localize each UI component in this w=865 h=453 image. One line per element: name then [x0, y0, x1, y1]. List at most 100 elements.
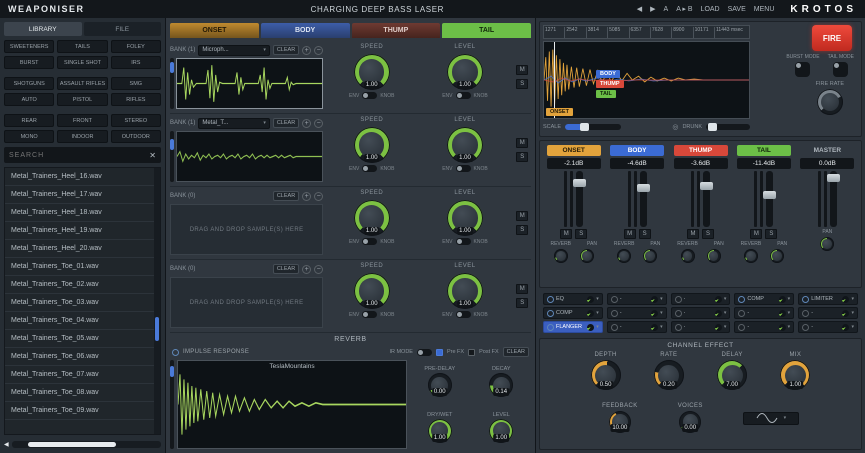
search-box[interactable]: ✕ [4, 147, 161, 163]
fader-thumb[interactable] [573, 179, 586, 187]
file-list-scrollbar[interactable] [154, 168, 160, 434]
tail-segment-chip[interactable]: TAIL [596, 90, 616, 98]
file-list-item[interactable]: Metal_Trainers_Toe_08.wav [5, 384, 154, 402]
ab-a-button[interactable]: A [664, 6, 669, 13]
reverb-level-knob[interactable]: 1.00 [489, 419, 513, 443]
power-icon[interactable] [802, 324, 809, 331]
category-outdoor[interactable]: OUTDOOR [111, 130, 161, 143]
bank-clear-button[interactable]: CLEAR [273, 264, 299, 274]
bank-sample-dropdown[interactable]: Microph...▾ [198, 45, 269, 56]
channel-pan-knob[interactable] [643, 249, 657, 263]
power-icon[interactable] [547, 324, 554, 331]
bank-zoom-slider[interactable] [170, 131, 174, 182]
channel-reverb-knob[interactable] [554, 249, 568, 263]
fx-slot-master-1[interactable]: LIMITER▾ [798, 293, 858, 305]
category-front[interactable]: FRONT [57, 114, 107, 127]
add-sample-button[interactable]: + [302, 46, 311, 55]
category-smg[interactable]: SMG [111, 77, 161, 90]
fx-slot-onset-1[interactable]: EQ▾ [543, 293, 603, 305]
load-button[interactable]: LOAD [701, 6, 720, 13]
channel-header[interactable]: TAIL [737, 145, 791, 156]
delay-knob[interactable]: 7.00 [717, 360, 747, 390]
channel-reverb-knob[interactable] [744, 249, 758, 263]
feedback-knob[interactable]: 10.00 [609, 411, 631, 433]
channel-mute-button[interactable]: M [560, 229, 572, 239]
bank-clear-button[interactable]: CLEAR [273, 191, 299, 201]
slider-thumb[interactable] [708, 123, 717, 131]
dry-wet-knob[interactable]: 1.00 [428, 419, 452, 443]
master-fader[interactable] [830, 171, 837, 227]
fx-slot-body-3[interactable]: -▾ [607, 321, 667, 333]
channel-pan-knob[interactable] [707, 249, 721, 263]
drunk-slider[interactable] [706, 124, 750, 130]
level-knob[interactable]: 1.00 [447, 200, 483, 236]
remove-sample-button[interactable]: − [314, 119, 323, 128]
speed-knob[interactable]: 1.00 [354, 54, 390, 90]
channel-mute-button[interactable]: M [750, 229, 762, 239]
scrollbar-thumb[interactable] [155, 317, 159, 341]
mute-button[interactable]: M [516, 284, 528, 294]
depth-knob[interactable]: 0.50 [591, 360, 621, 390]
fx-mix-knob[interactable] [651, 296, 658, 303]
file-list-item[interactable]: Metal_Trainers_Toe_05.wav [5, 330, 154, 348]
file-list-item[interactable]: Metal_Trainers_Heel_16.wav [5, 168, 154, 186]
category-pistol[interactable]: PISTOL [57, 93, 107, 106]
power-icon[interactable] [802, 310, 809, 317]
channel-solo-button[interactable]: S [575, 229, 587, 239]
fx-mix-knob[interactable] [651, 324, 658, 331]
file-list-item[interactable]: Metal_Trainers_Heel_17.wav [5, 186, 154, 204]
env-knob-toggle[interactable] [362, 165, 377, 172]
tab-thump[interactable]: THUMP [352, 23, 441, 38]
add-sample-button[interactable]: + [302, 119, 311, 128]
fx-mix-knob[interactable] [779, 310, 786, 317]
pre-fx-checkbox[interactable] [436, 349, 443, 356]
category-shotguns[interactable]: SHOTGUNS [4, 77, 54, 90]
fx-slot-body-2[interactable]: -▾ [607, 307, 667, 319]
env-knob-toggle[interactable] [362, 92, 377, 99]
fire-button[interactable]: FIRE [812, 25, 852, 51]
speed-knob[interactable]: 1.00 [354, 200, 390, 236]
drop-zone[interactable]: DRAG AND DROP SAMPLE(S) HERE [170, 204, 323, 255]
onset-segment-chip[interactable]: ONSET [546, 108, 573, 116]
channel-fader[interactable] [766, 171, 773, 227]
solo-button[interactable]: S [516, 298, 528, 308]
category-stereo[interactable]: STEREO [111, 114, 161, 127]
hscrollbar-thumb[interactable] [28, 442, 116, 447]
bank-zoom-slider[interactable] [170, 58, 174, 109]
file-list-item[interactable]: Metal_Trainers_Toe_09.wav [5, 402, 154, 420]
power-icon[interactable] [547, 296, 554, 303]
post-fx-checkbox[interactable] [468, 349, 475, 356]
master-pan-knob[interactable] [820, 237, 834, 251]
mute-button[interactable]: M [516, 211, 528, 221]
category-assault-rifles[interactable]: ASSAULT RIFLES [57, 77, 107, 90]
file-list-item[interactable]: Metal_Trainers_Toe_07.wav [5, 366, 154, 384]
fx-mix-knob[interactable] [587, 296, 594, 303]
remove-sample-button[interactable]: − [314, 192, 323, 201]
category-irs[interactable]: IRS [111, 56, 161, 69]
channel-solo-button[interactable]: S [639, 229, 651, 239]
bank-sample-dropdown[interactable]: Metal_T...▾ [198, 118, 269, 129]
power-icon[interactable] [738, 324, 745, 331]
reverb-power-button[interactable] [172, 349, 179, 356]
impulse-response-waveform[interactable]: TeslaMountains [177, 360, 407, 449]
fx-slot-thump-3[interactable]: -▾ [671, 321, 731, 333]
category-indoor[interactable]: INDOOR [57, 130, 107, 143]
category-auto[interactable]: AUTO [4, 93, 54, 106]
category-rifles[interactable]: RIFLES [111, 93, 161, 106]
rate-knob[interactable]: 0.20 [654, 360, 684, 390]
fx-slot-tail-2[interactable]: -▾ [734, 307, 794, 319]
fx-mix-knob[interactable] [587, 324, 594, 331]
fx-mix-knob[interactable] [651, 310, 658, 317]
env-knob-toggle[interactable] [456, 311, 471, 318]
power-icon[interactable] [802, 296, 809, 303]
ab-compare-button[interactable]: A ▸ B [676, 5, 692, 13]
fx-mix-knob[interactable] [715, 296, 722, 303]
power-icon[interactable] [611, 324, 618, 331]
playhead-cursor[interactable] [554, 42, 555, 118]
fx-slot-thump-1[interactable]: -▾ [671, 293, 731, 305]
scroll-left-icon[interactable]: ◀ [4, 441, 9, 448]
fx-mix-knob[interactable] [779, 324, 786, 331]
speed-knob[interactable]: 1.00 [354, 127, 390, 163]
fx-slot-thump-2[interactable]: -▾ [671, 307, 731, 319]
fx-slot-onset-2[interactable]: COMP▾ [543, 307, 603, 319]
